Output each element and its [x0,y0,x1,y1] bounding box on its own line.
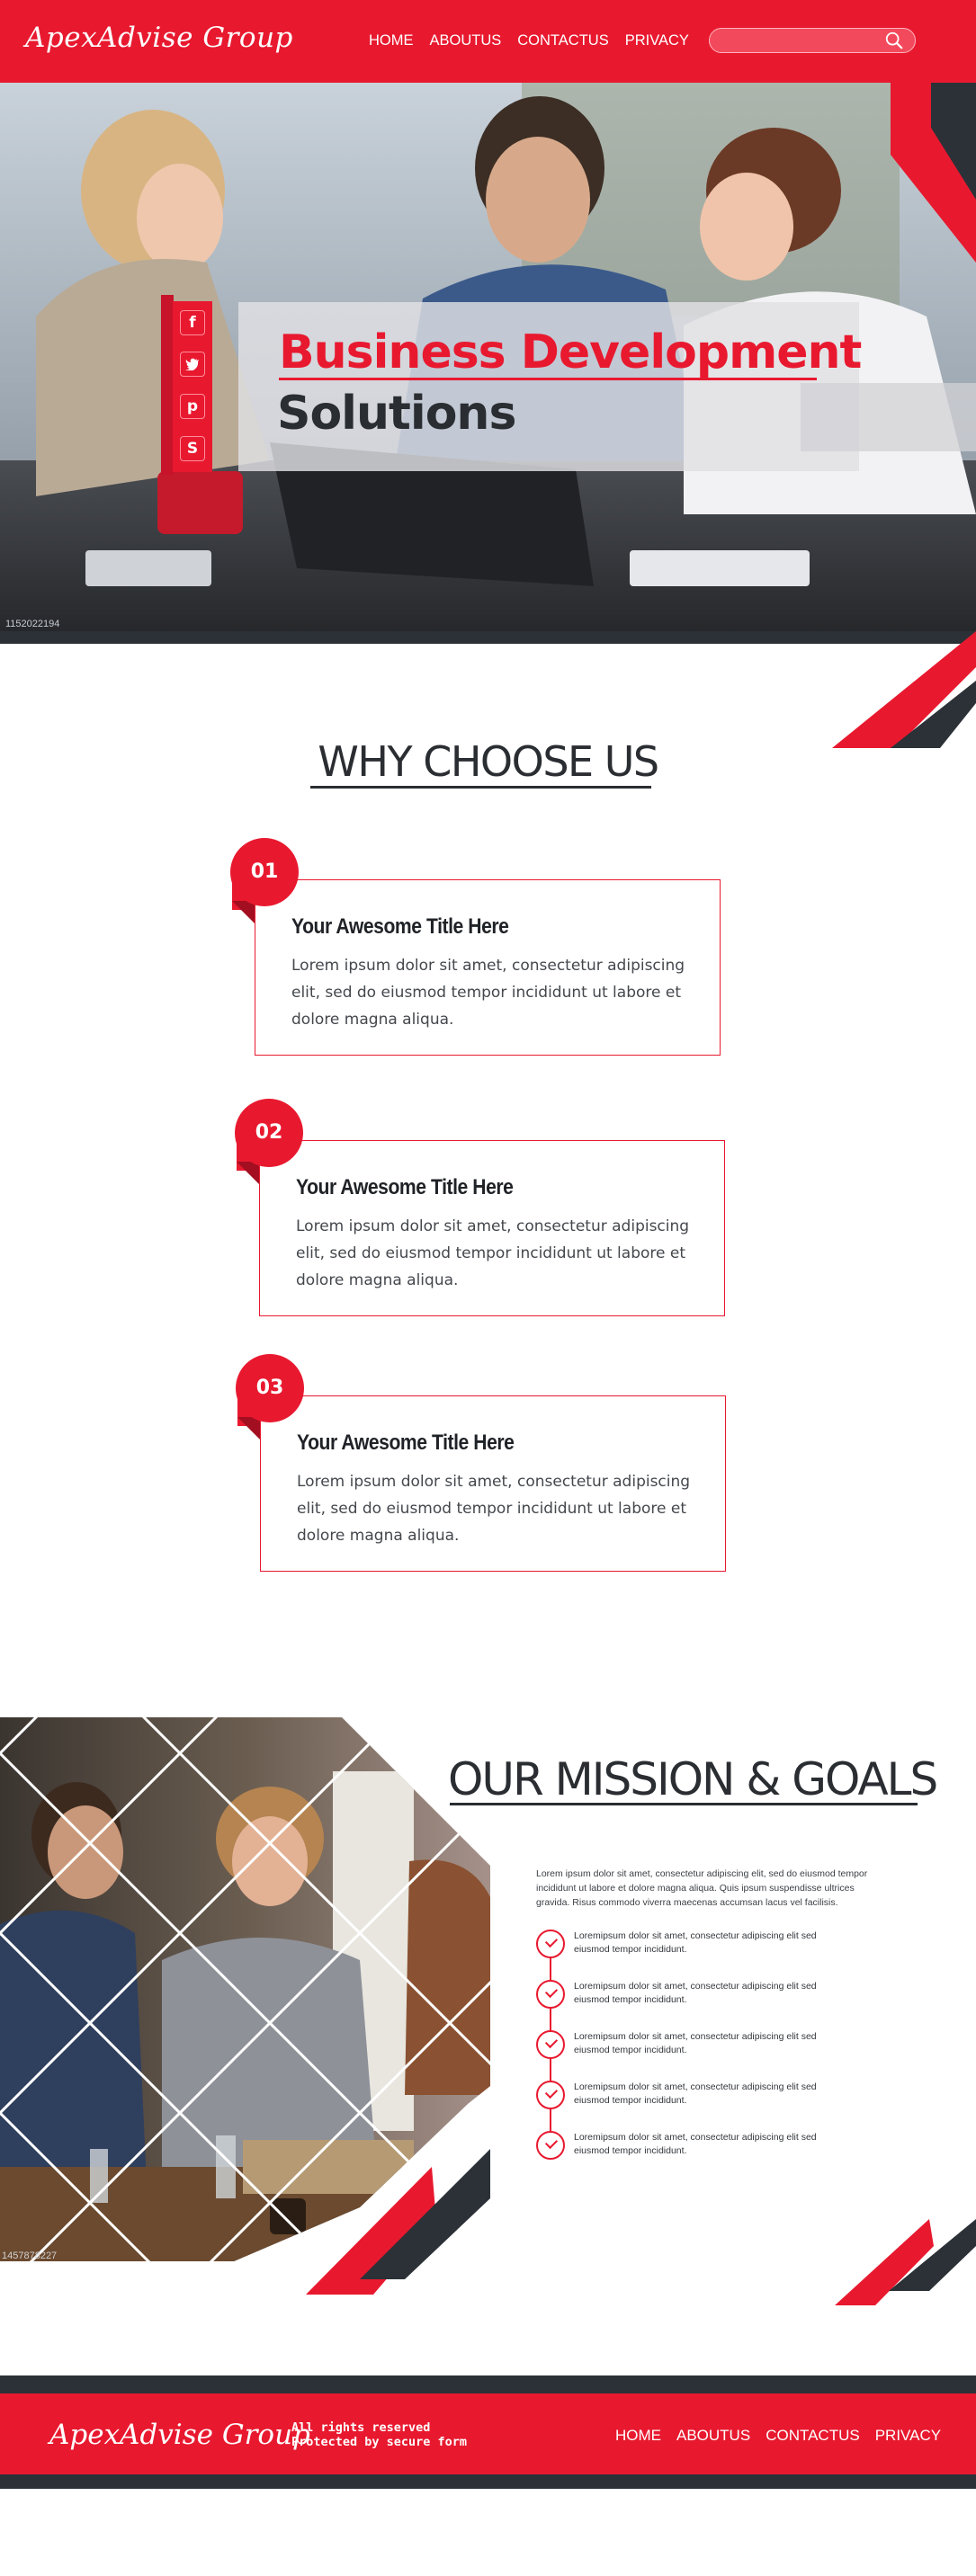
social-bar-edge [161,295,174,475]
goal-text: Loremipsum dolor sit amet, consectetur a… [574,1981,817,2005]
goal-item-4: Loremipsum dolor sit amet, consectetur a… [533,2081,892,2117]
goal-item-3: Loremipsum dolor sit amet, consectetur a… [533,2030,892,2066]
hero-title-line1: Business Development [279,325,862,379]
footer-privacy-link[interactable]: PRIVACY [875,2427,941,2445]
hero-bottom-bar [0,631,976,644]
facebook-icon[interactable]: f [180,310,205,335]
check-icon [536,1980,565,2009]
card-3-number-badge: 03 [236,1354,304,1422]
mission-corner-decoration [835,2219,976,2305]
goal-text: Loremipsum dolor sit amet, consectetur a… [574,2132,817,2156]
nav-privacy-link[interactable]: PRIVACY [625,32,689,49]
goal-item-1: Loremipsum dolor sit amet, consectetur a… [533,1930,892,1965]
footer-legal: All rights reserved Protected by secure … [291,2420,467,2449]
hero-title-line2: Solutions [277,387,516,441]
footer-rights-text: All rights reserved [291,2420,431,2435]
footer-nav: HOME ABOUTUS CONTACTUS PRIVACY [615,2427,941,2445]
skype-icon[interactable]: S [180,436,205,461]
footer-home-link[interactable]: HOME [615,2427,661,2445]
card-text: Lorem ipsum dolor sit amet, consectetur … [297,1473,691,1545]
hero-image-id: 1152022194 [5,619,60,629]
nav-aboutus-link[interactable]: ABOUTUS [430,32,502,49]
hero-title-extension [801,383,976,451]
search-input[interactable] [719,31,872,49]
nav-contactus-link[interactable]: CONTACTUS [517,32,608,49]
footer-protection-text: Protected by secure form [291,2435,468,2449]
nav-home-link[interactable]: HOME [369,32,414,49]
why-corner-decoration [832,631,976,748]
goal-text: Loremipsum dolor sit amet, consectetur a… [574,2031,817,2055]
footer-logo[interactable]: ApexAdvise Group [49,2419,310,2451]
footer-top-bar [0,2375,976,2393]
feature-card-2: Your Awesome Title Here Lorem ipsum dolo… [259,1140,725,1316]
goal-item-5: Loremipsum dolor sit amet, consectetur a… [533,2131,892,2167]
main-nav: HOME ABOUTUS CONTACTUS PRIVACY [369,32,689,49]
check-icon [536,1930,565,1958]
site-header: ApexAdvise Group HOME ABOUTUS CONTACTUS … [0,0,976,83]
footer-aboutus-link[interactable]: ABOUTUS [676,2427,750,2445]
pinterest-icon[interactable]: p [180,394,205,419]
mission-intro-text: Lorem ipsum dolor sit amet, consectetur … [536,1868,868,1908]
mission-photo-corner-decoration [306,2149,490,2295]
site-logo[interactable]: ApexAdvise Group [25,22,293,54]
check-icon [536,2030,565,2059]
mission-image-id: 1457878227 [2,2251,57,2261]
search-icon[interactable] [884,31,904,50]
card-title: Your Awesome Title Here [297,1431,515,1455]
why-section-title: WHY CHOOSE US [318,737,659,786]
feature-card-1: Your Awesome Title Here Lorem ipsum dolo… [255,879,721,1056]
hero-title-underline [279,378,817,380]
card-title: Your Awesome Title Here [291,914,509,939]
card-2-number-badge: 02 [235,1099,303,1167]
search-box [709,28,916,53]
footer-contactus-link[interactable]: CONTACTUS [766,2427,860,2445]
card-text: Lorem ipsum dolor sit amet, consectetur … [291,957,685,1029]
mission-section-title: OUR MISSION & GOALS [448,1753,938,1805]
check-icon [536,2081,565,2109]
goal-text: Loremipsum dolor sit amet, consectetur a… [574,1930,817,1955]
page: ApexAdvise Group HOME ABOUTUS CONTACTUS … [0,0,976,2576]
feature-card-3: Your Awesome Title Here Lorem ipsum dolo… [260,1395,726,1572]
goal-text: Loremipsum dolor sit amet, consectetur a… [574,2081,817,2106]
why-title-underline [310,786,651,789]
mission-title-underline [450,1803,918,1805]
twitter-icon[interactable] [180,352,205,377]
card-text: Lorem ipsum dolor sit amet, consectetur … [296,1217,690,1289]
card-title: Your Awesome Title Here [296,1175,514,1199]
card-1-number-badge: 01 [230,838,299,906]
check-icon [536,2131,565,2160]
social-bar: f p S [173,301,212,472]
hero-corner-decoration [891,83,976,263]
goal-item-2: Loremipsum dolor sit amet, consectetur a… [533,1980,892,2016]
footer-bottom-bar [0,2474,976,2489]
